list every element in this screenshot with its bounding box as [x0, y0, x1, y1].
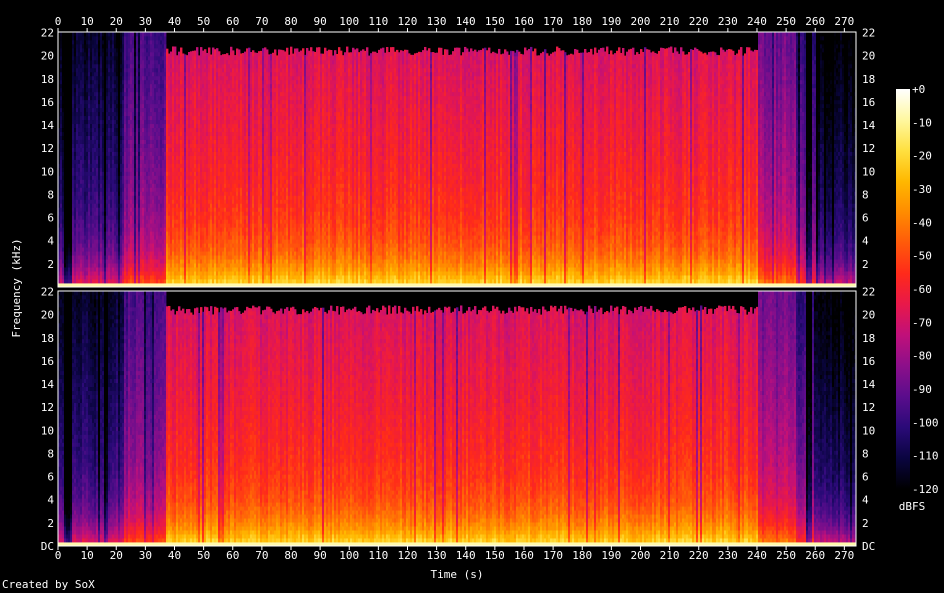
- spectrogram-cell: [180, 47, 183, 53]
- spectrogram-panels: [57, 31, 857, 547]
- spectrogram-cell: [208, 47, 211, 49]
- spectrogram-cell: [164, 43, 167, 49]
- channel-panel-1: [57, 31, 857, 288]
- spectrogram-cell: [164, 39, 167, 45]
- spectrogram-cell: [180, 47, 183, 49]
- spectrogram-cell: [164, 32, 167, 37]
- spectrogram-cell: [164, 35, 167, 41]
- spectrogram-cell: [196, 47, 199, 49]
- spectrogram-cell: [204, 49, 207, 53]
- spectrogram-cell: [166, 48, 169, 53]
- spectrogram-cell: [200, 47, 203, 49]
- spectrogram-cell: [212, 47, 215, 49]
- spectrogram-chart: 0010102020303040405050606070708080909010…: [10, 15, 939, 581]
- spectrogram-cell: [174, 47, 177, 53]
- spectrogram-cell: [208, 47, 211, 53]
- spectrogram-cell: [174, 46, 177, 49]
- spectrogram-cell: [196, 47, 199, 53]
